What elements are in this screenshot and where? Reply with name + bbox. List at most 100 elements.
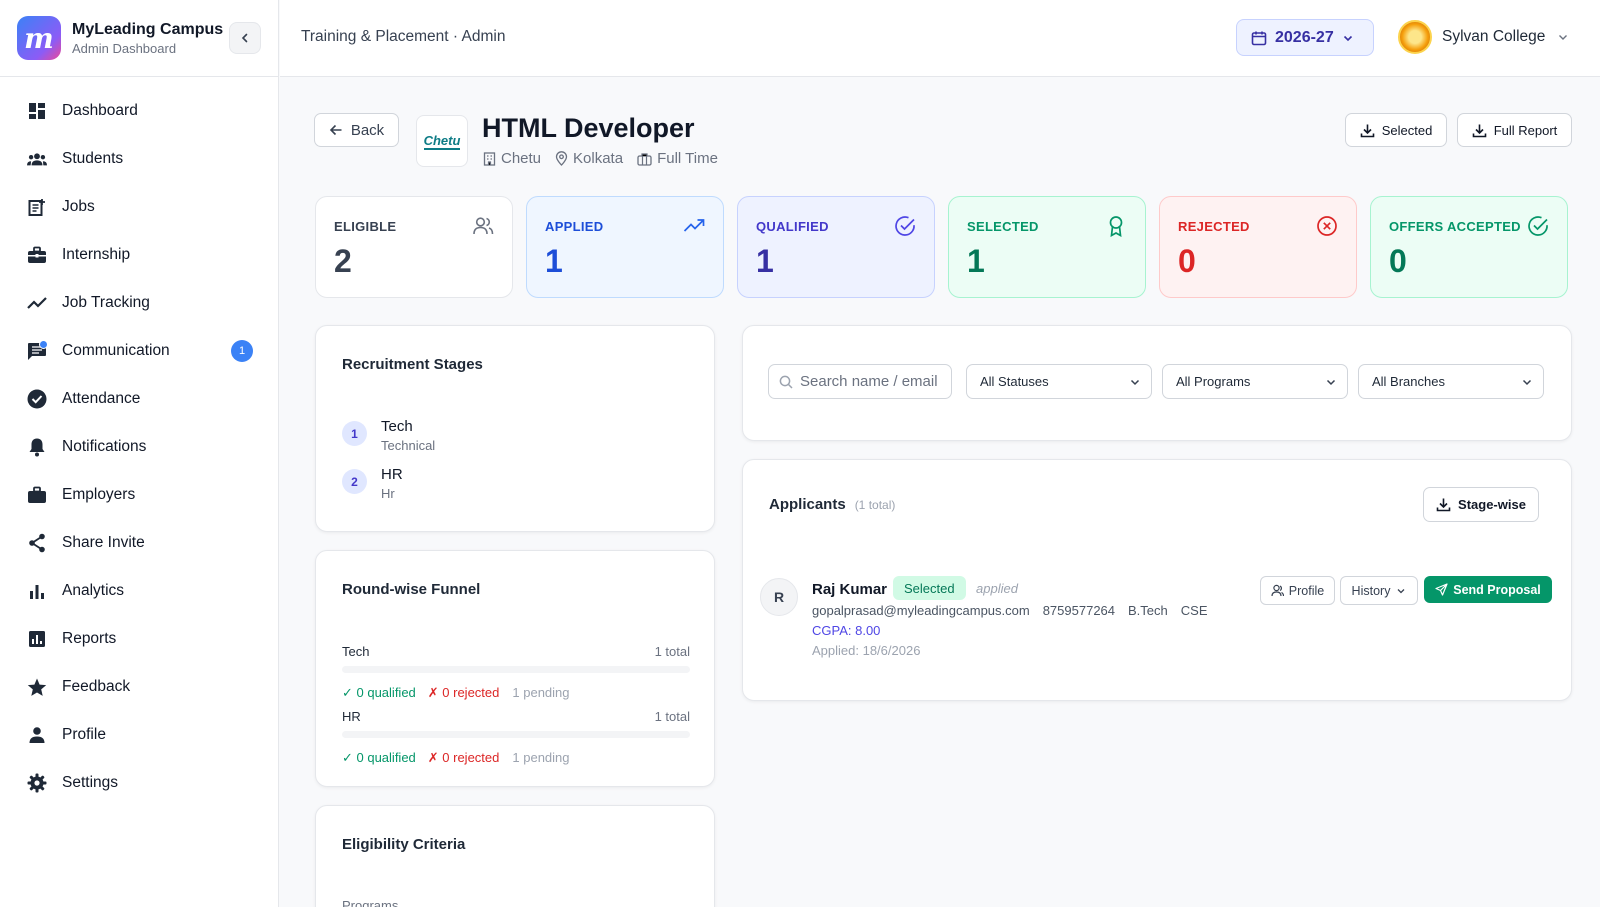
calendar-icon	[1251, 31, 1267, 45]
eligibility-criteria-card: Eligibility Criteria Programs	[315, 805, 715, 907]
sidebar-item-internship[interactable]: Internship	[0, 231, 278, 279]
round-qualified: ✓ 0 qualified	[342, 685, 416, 700]
college-name: Sylvan College	[1442, 28, 1546, 45]
sidebar-item-label: Jobs	[62, 198, 95, 215]
branch-filter-value: All Branches	[1372, 374, 1445, 389]
stat-card-selected: SELECTED 1	[948, 196, 1146, 298]
check-circle-icon	[895, 216, 915, 236]
users-icon	[473, 217, 494, 235]
sidebar-item-label: Profile	[62, 726, 106, 743]
stage-name: HR	[381, 466, 403, 483]
filters-card: All Statuses All Programs All Branches	[742, 325, 1572, 441]
sidebar-item-label: Analytics	[62, 582, 125, 599]
communication-count-badge: 1	[231, 340, 253, 362]
sidebar-item-label: Reports	[62, 630, 117, 647]
history-dropdown[interactable]: History	[1340, 576, 1418, 605]
download-icon	[1360, 124, 1375, 137]
sidebar-item-share-invite[interactable]: Share Invite	[0, 519, 278, 567]
sidebar-item-job-tracking[interactable]: Job Tracking	[0, 279, 278, 327]
search-input[interactable]	[800, 373, 945, 390]
branch-filter-select[interactable]: All Branches	[1358, 364, 1544, 399]
sidebar-item-label: Notifications	[62, 438, 147, 455]
download-icon	[1472, 124, 1487, 137]
chevron-down-icon	[1397, 588, 1405, 593]
send-proposal-button[interactable]: Send Proposal	[1424, 576, 1552, 603]
sidebar-item-communication[interactable]: Communication 1	[0, 327, 278, 375]
search-box[interactable]	[768, 364, 952, 399]
back-button[interactable]: Back	[314, 113, 399, 147]
program-filter-value: All Programs	[1176, 374, 1251, 389]
arrow-left-icon	[329, 124, 342, 136]
download-icon	[1436, 498, 1451, 512]
college-avatar	[1398, 20, 1432, 54]
applicants-card: Applicants (1 total) Stage-wise R Raj Ku…	[742, 459, 1572, 701]
export-selected-button[interactable]: Selected	[1345, 113, 1447, 147]
stage-number: 1	[342, 421, 367, 446]
chevron-down-icon	[1326, 379, 1336, 385]
stagewise-export-button[interactable]: Stage-wise	[1423, 487, 1539, 522]
building-icon	[483, 151, 496, 166]
college-menu[interactable]: Sylvan College	[1398, 20, 1569, 54]
person-icon	[27, 725, 47, 745]
company-logo-text: Chetu	[423, 132, 461, 150]
sidebar-item-reports[interactable]: Reports	[0, 615, 278, 663]
chevron-left-icon	[241, 33, 248, 43]
sidebar-item-label: Communication	[62, 342, 170, 359]
star-icon	[27, 677, 47, 697]
back-label: Back	[350, 121, 385, 139]
chevron-down-icon	[1522, 379, 1532, 385]
sidebar-item-feedback[interactable]: Feedback	[0, 663, 278, 711]
collapse-sidebar-button[interactable]	[229, 22, 261, 54]
stat-label: QUALIFIED	[756, 219, 829, 234]
chevron-down-icon	[1559, 35, 1568, 40]
stagewise-label: Stage-wise	[1458, 497, 1526, 512]
sidebar-item-settings[interactable]: Settings	[0, 759, 278, 807]
card-title: Eligibility Criteria	[342, 836, 466, 853]
sidebar-item-notifications[interactable]: Notifications	[0, 423, 278, 471]
sidebar-item-students[interactable]: Students	[0, 135, 278, 183]
sidebar-item-profile[interactable]: Profile	[0, 711, 278, 759]
full-report-button[interactable]: Full Report	[1457, 113, 1572, 147]
check-circle-icon	[27, 389, 47, 409]
sidebar-item-dashboard[interactable]: Dashboard	[0, 87, 278, 135]
gear-icon	[27, 773, 47, 793]
stage-item: 1 Tech Technical	[342, 418, 435, 453]
stat-label: ELIGIBLE	[334, 219, 397, 234]
send-proposal-label: Send Proposal	[1453, 582, 1541, 597]
brand: m MyLeading Campus Admin Dashboard	[0, 0, 278, 77]
stat-value: 1	[756, 243, 774, 279]
stat-value: 0	[1178, 243, 1196, 279]
status-filter-select[interactable]: All Statuses	[966, 364, 1152, 399]
sidebar: m MyLeading Campus Admin Dashboard Dashb…	[0, 0, 279, 907]
company-name: Chetu	[501, 150, 542, 167]
sidebar-item-attendance[interactable]: Attendance	[0, 375, 278, 423]
round-name: Tech	[342, 644, 370, 659]
history-label: History	[1351, 583, 1391, 598]
sidebar-item-employers[interactable]: Employers	[0, 471, 278, 519]
bell-icon	[27, 437, 47, 457]
chevron-down-icon	[1343, 35, 1352, 41]
stat-value: 2	[334, 243, 352, 279]
job-meta: Chetu Kolkata Full Time	[483, 150, 732, 167]
program-filter-select[interactable]: All Programs	[1162, 364, 1348, 399]
round-qualified: ✓ 0 qualified	[342, 750, 416, 765]
sidebar-item-label: Dashboard	[62, 102, 138, 119]
profile-button[interactable]: Profile	[1260, 576, 1335, 605]
round-funnel-card: Round-wise Funnel Tech 1 total ✓ 0 quali…	[315, 550, 715, 787]
sidebar-nav: Dashboard Students Jobs Internship Job T…	[0, 77, 278, 807]
stat-value: 1	[967, 243, 985, 279]
applicant-branch: CSE	[1180, 603, 1208, 618]
chevron-down-icon	[1130, 379, 1140, 385]
sidebar-item-label: Students	[62, 150, 124, 167]
search-icon	[779, 375, 793, 389]
app-logo: m	[17, 16, 61, 60]
dashboard-icon	[27, 101, 47, 121]
breadcrumb: Training & Placement · Admin	[301, 28, 506, 45]
map-pin-icon	[555, 151, 568, 166]
applicant-name[interactable]: Raj Kumar	[812, 581, 887, 598]
sidebar-item-analytics[interactable]: Analytics	[0, 567, 278, 615]
academic-year-selector[interactable]: 2026-27	[1236, 19, 1374, 56]
app-subtitle: Admin Dashboard	[72, 40, 177, 56]
sidebar-item-jobs[interactable]: Jobs	[0, 183, 278, 231]
stat-value: 0	[1389, 243, 1407, 279]
